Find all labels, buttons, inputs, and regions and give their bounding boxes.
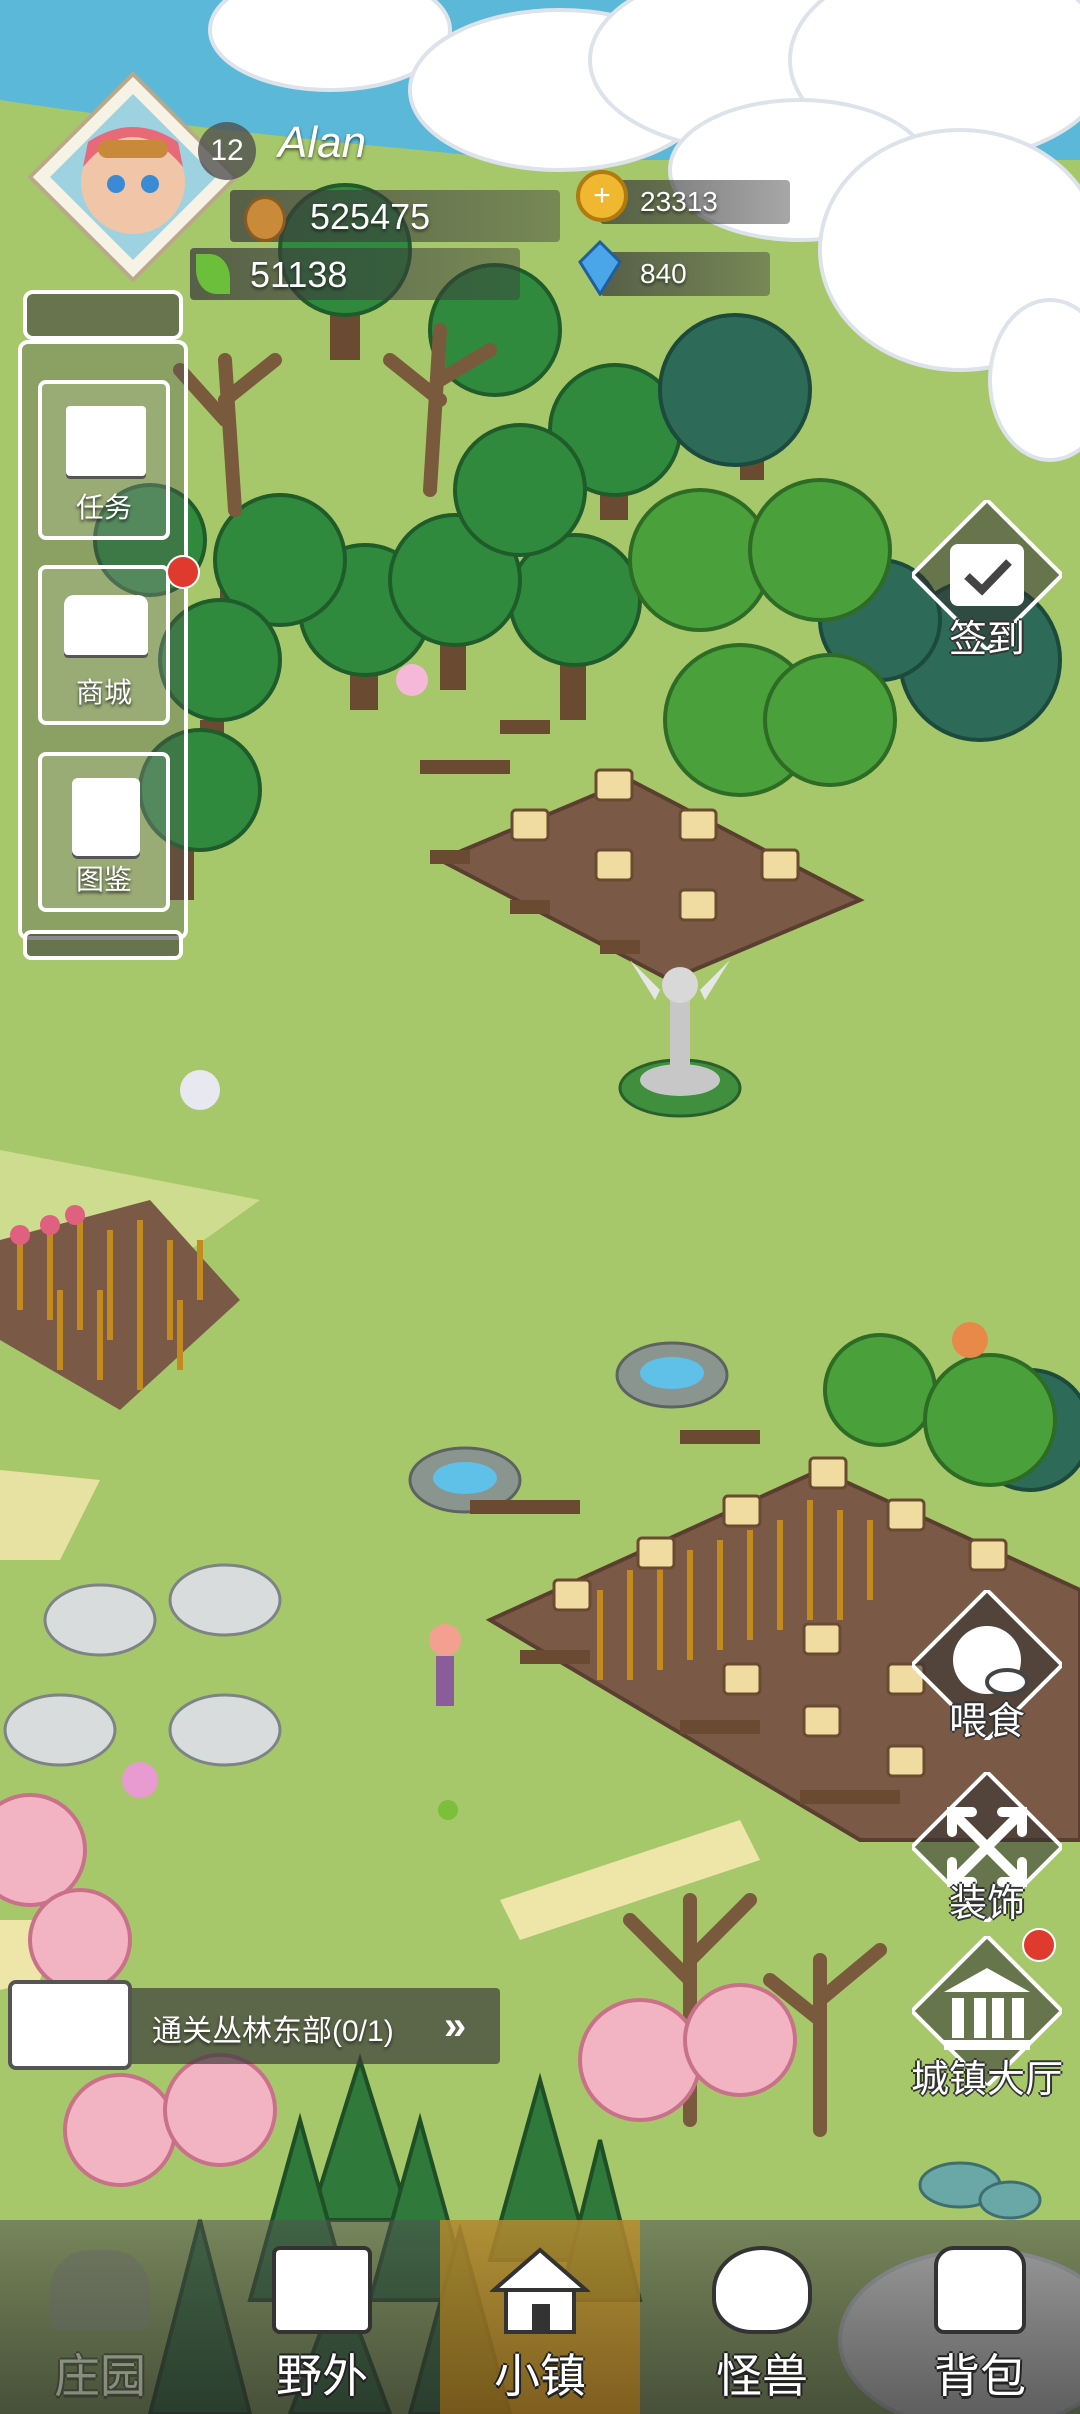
- checkin-button[interactable]: 签到: [909, 497, 1065, 661]
- decorate-button[interactable]: 装饰: [909, 1769, 1065, 1925]
- side-item-label: 图鉴: [75, 864, 132, 895]
- calendar-icon: [950, 544, 1024, 606]
- map-icon: [272, 2246, 372, 2334]
- player-name: Alan: [278, 118, 367, 167]
- diamond-icon[interactable]: [578, 239, 622, 297]
- shop-icon: [64, 595, 148, 655]
- catalog-icon: [72, 778, 140, 856]
- checkin-label: 签到: [948, 619, 1025, 661]
- manor-icon: [50, 2250, 150, 2330]
- quest-text: 通关丛林东部(0/1): [152, 2015, 394, 2048]
- leaf-bar: [190, 248, 520, 300]
- side-item-label: 任务: [75, 492, 132, 523]
- town-hall-label: 城镇大厅: [910, 2059, 1063, 2101]
- side-item-catalog[interactable]: 图鉴: [38, 752, 170, 912]
- side-item-shop[interactable]: 商城: [38, 555, 200, 725]
- nav-label: 背包: [934, 2350, 1026, 2402]
- notification-dot: [1022, 1928, 1056, 1962]
- diamond-value: 840: [640, 258, 687, 289]
- side-item-label: 商城: [75, 677, 132, 708]
- backpack-icon: [934, 2246, 1026, 2334]
- nav-bag[interactable]: 背包: [880, 2220, 1080, 2414]
- monster-icon: [712, 2246, 812, 2334]
- side-item-tasks[interactable]: 任务: [38, 380, 170, 540]
- notification-dot: [166, 555, 200, 589]
- nav-town[interactable]: 小镇: [440, 2220, 640, 2414]
- gold-value: 23313: [640, 186, 718, 217]
- feed-button[interactable]: 喂食: [909, 1587, 1065, 1743]
- player-level: 12: [210, 134, 244, 167]
- exp-medal-icon: [244, 196, 286, 242]
- level-badge: 12: [198, 122, 256, 180]
- exp-value: 525475: [310, 196, 431, 237]
- quest-book-icon: [8, 1980, 132, 2070]
- nav-label: 野外: [276, 2350, 368, 2402]
- nav-manor[interactable]: 庄园: [0, 2220, 200, 2414]
- bottom-nav: 庄园 野外 小镇 怪兽 背包: [0, 2220, 1080, 2414]
- nav-label: 怪兽: [716, 2350, 808, 2402]
- house-icon: [488, 2244, 592, 2336]
- side-menu-footer: [23, 930, 183, 960]
- decorate-label: 装饰: [948, 1883, 1025, 1925]
- side-menu-header: [23, 290, 183, 340]
- nav-wild[interactable]: 野外: [222, 2220, 422, 2414]
- nav-monster[interactable]: 怪兽: [662, 2220, 862, 2414]
- gold-coin-icon[interactable]: +: [576, 170, 628, 222]
- leaf-value: 51138: [250, 254, 348, 295]
- chevron-right-icon[interactable]: »: [444, 2004, 466, 2049]
- nav-label: 小镇: [494, 2350, 586, 2402]
- quest-tracker[interactable]: 通关丛林东部(0/1) »: [0, 1980, 500, 2070]
- feed-label: 喂食: [948, 1701, 1025, 1743]
- nav-label: 庄园: [54, 2350, 146, 2402]
- book-icon: [66, 406, 146, 476]
- side-menu: 任务 商城 图鉴: [18, 290, 200, 970]
- town-hall-button[interactable]: 城镇大厅: [909, 1928, 1065, 2101]
